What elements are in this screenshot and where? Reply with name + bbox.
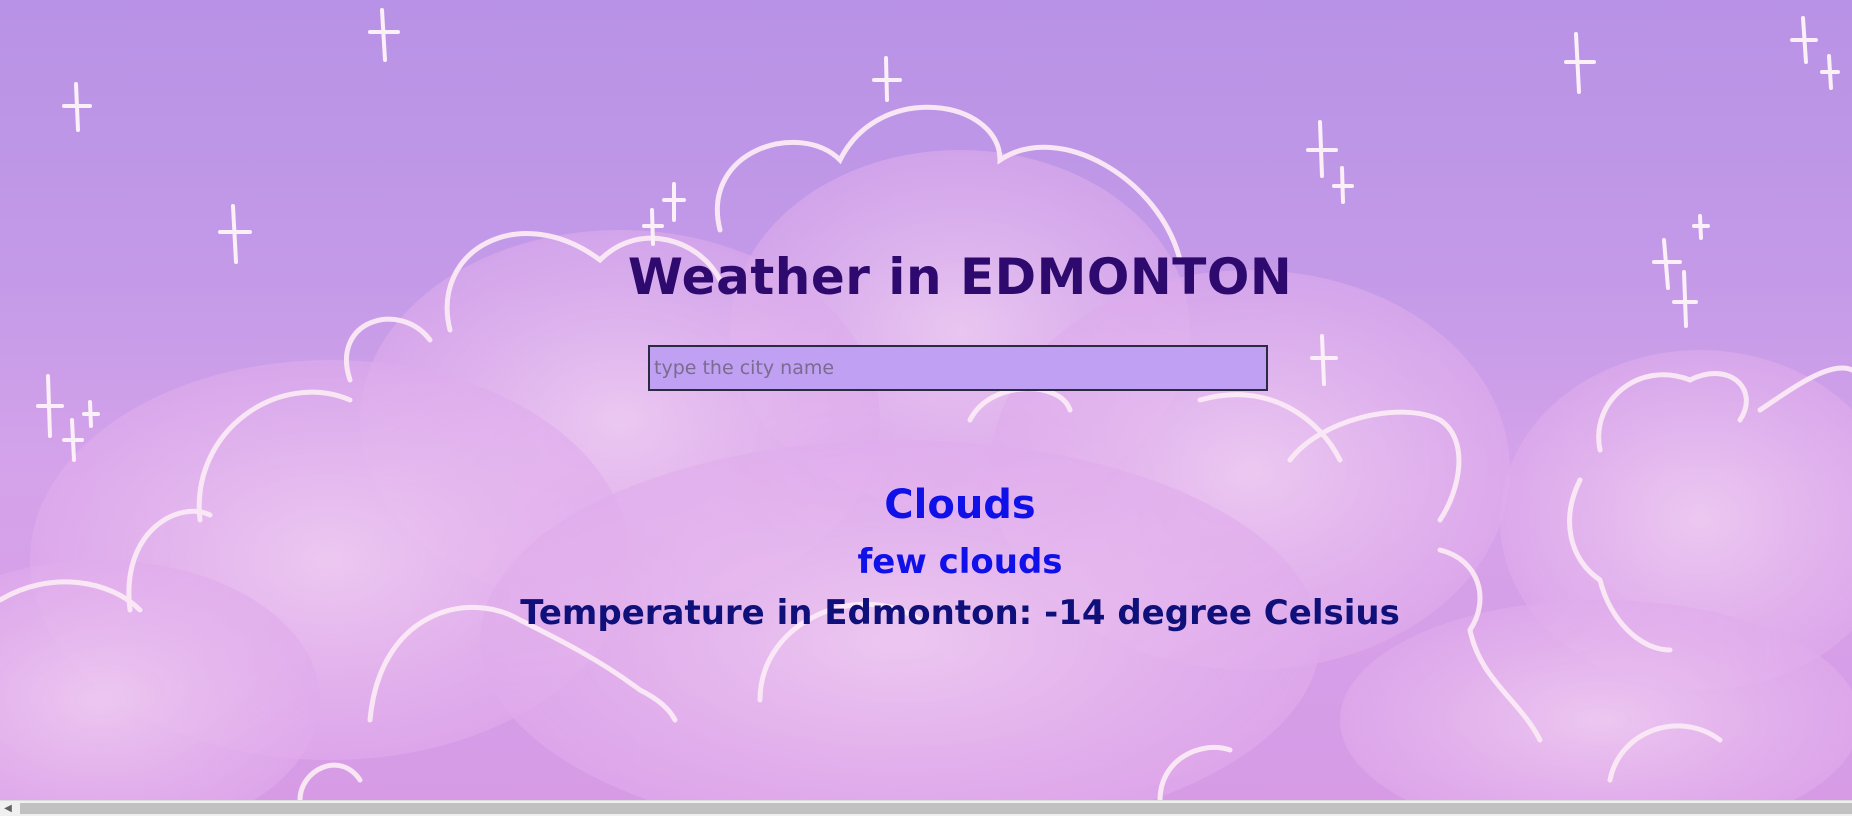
temperature-text: Temperature in Edmonton: -14 degree Cels…: [520, 593, 1400, 633]
chevron-left-icon[interactable]: ◀: [0, 801, 16, 816]
page-viewport: Weather in EDMONTON Clouds few clouds Te…: [0, 0, 1852, 800]
page-title: Weather in EDMONTON: [627, 248, 1293, 306]
clouds-background: [0, 8, 1852, 800]
weather-main-label: Clouds: [884, 482, 1036, 528]
city-search-input[interactable]: [648, 345, 1268, 391]
weather-description: few clouds: [857, 542, 1063, 582]
horizontal-scrollbar[interactable]: ◀: [0, 800, 1852, 816]
scrollbar-thumb[interactable]: [20, 803, 1852, 814]
